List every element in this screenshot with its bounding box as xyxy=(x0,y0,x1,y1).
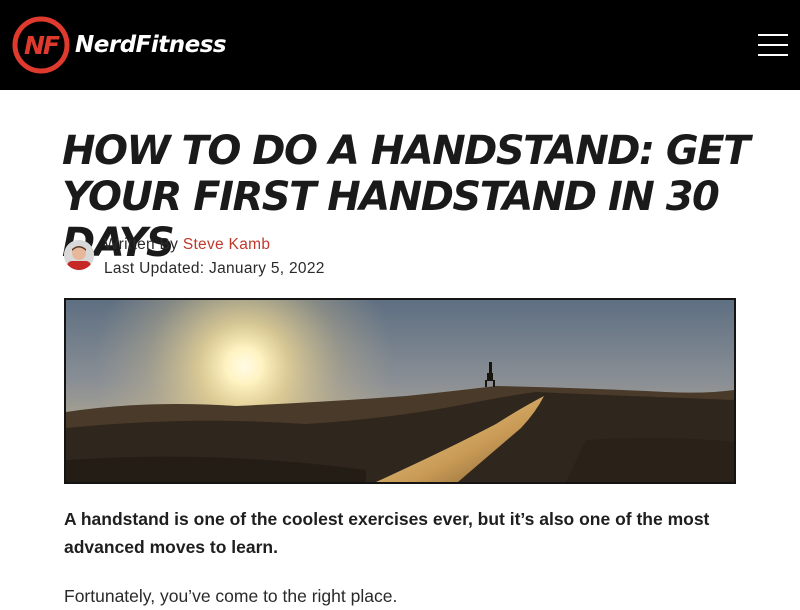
nerdfitness-logo-icon: NF xyxy=(12,16,70,74)
site-header: NF NerdFitness xyxy=(0,0,800,90)
written-by-label: Written By xyxy=(104,236,179,253)
author-link[interactable]: Steve Kamb xyxy=(183,236,270,253)
article-paragraph: Fortunately, you’ve come to the right pl… xyxy=(64,586,398,606)
updated-label: Last Updated: xyxy=(104,260,205,277)
hero-image xyxy=(64,298,736,484)
menu-line xyxy=(758,54,788,56)
article-lead: A handstand is one of the coolest exerci… xyxy=(64,509,710,557)
logo-mark-letters: NF xyxy=(24,31,60,60)
desert-handstand-photo xyxy=(66,300,734,482)
author-line: Written By Steve Kamb xyxy=(104,233,325,257)
logo-wordmark: NerdFitness xyxy=(75,32,227,58)
updated-date: January 5, 2022 xyxy=(209,260,325,277)
site-logo-link[interactable]: NF NerdFitness xyxy=(12,16,227,74)
author-avatar[interactable] xyxy=(64,240,94,270)
updated-line: Last Updated: January 5, 2022 xyxy=(104,257,325,281)
menu-line xyxy=(758,44,788,46)
hamburger-menu-icon[interactable] xyxy=(754,31,792,61)
menu-line xyxy=(758,34,788,36)
author-photo-icon xyxy=(64,240,94,270)
article-byline: Written By Steve Kamb Last Updated: Janu… xyxy=(104,233,325,281)
